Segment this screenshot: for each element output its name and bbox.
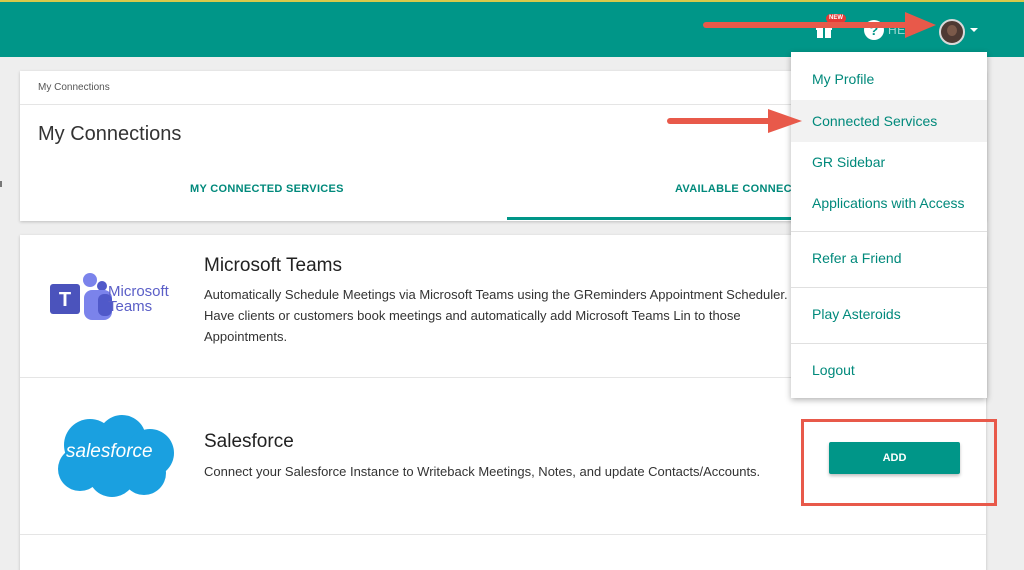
divider [791,231,987,232]
menu-item-gr-sidebar[interactable]: GR Sidebar [791,142,987,182]
page-title: My Connections [38,123,182,145]
menu-item-refer-a-friend[interactable]: Refer a Friend [791,238,987,278]
annotation-arrow-icon [703,12,936,38]
service-title: Microsoft Teams [204,255,342,276]
tab-my-connected-services[interactable]: MY CONNECTED SERVICES [190,183,344,195]
annotation-arrow-icon [667,109,802,133]
edge-marker [0,181,2,187]
service-description: Connect your Salesforce Instance to Writ… [204,464,761,479]
menu-item-applications-with-access[interactable]: Applications with Access [791,182,987,224]
menu-item-connected-services[interactable]: Connected Services [791,100,987,142]
divider [791,287,987,288]
divider [791,343,987,344]
teams-logo-text: Microsoft Teams [108,283,169,315]
svg-text:T: T [59,289,71,311]
chevron-down-icon[interactable] [970,28,978,32]
tab-available-connections[interactable]: AVAILABLE CONNECT [675,183,799,195]
service-title: Salesforce [204,431,294,452]
salesforce-logo-text: salesforce [66,441,153,462]
service-description: Automatically Schedule Meetings via Micr… [204,287,788,344]
breadcrumb[interactable]: My Connections [38,82,110,93]
menu-item-logout[interactable]: Logout [791,350,987,390]
annotation-highlight-box [801,419,997,506]
divider [20,534,986,535]
menu-item-my-profile[interactable]: My Profile [791,52,987,97]
avatar[interactable] [939,19,965,45]
menu-item-play-asteroids[interactable]: Play Asteroids [791,294,987,334]
profile-dropdown-menu: My Profile Connected Services GR Sidebar… [791,52,987,398]
